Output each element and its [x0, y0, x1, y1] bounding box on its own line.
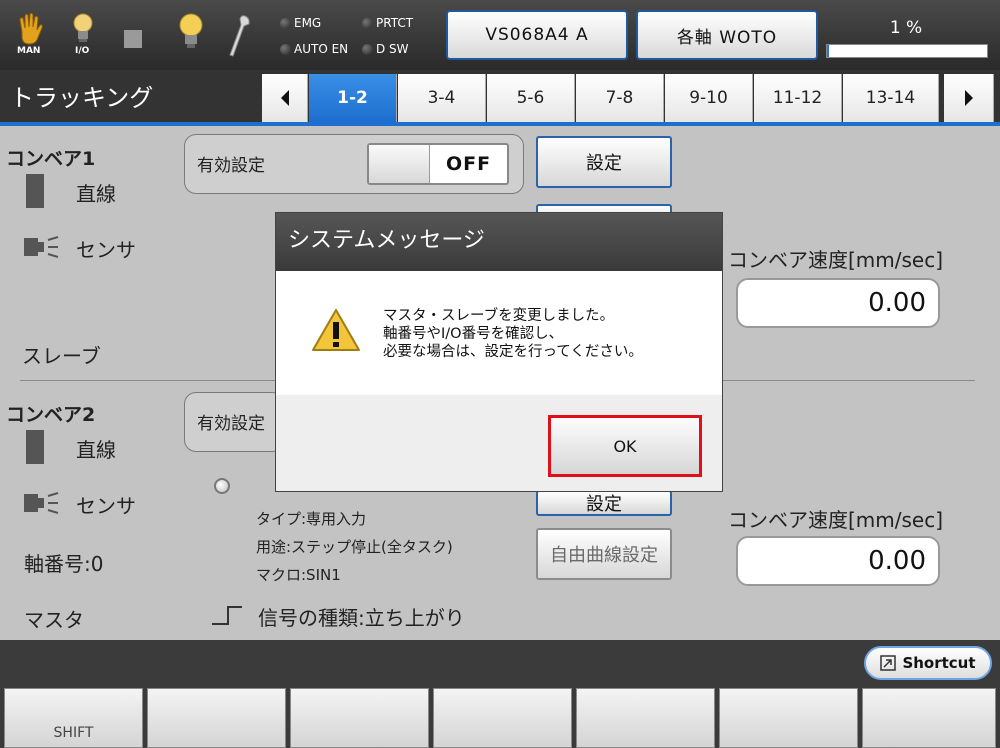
tab-11-12[interactable]: 11-12 [754, 74, 842, 122]
ok-button[interactable]: OK [548, 415, 702, 477]
auto-en-led-icon [280, 43, 291, 55]
speed-percent: 1 % [889, 18, 923, 38]
tab-9-10[interactable]: 9-10 [665, 74, 753, 122]
fkey-3[interactable] [290, 688, 429, 748]
speed-progress-fill [827, 45, 829, 57]
fkey-shift[interactable]: SHIFT [4, 688, 143, 748]
prtct-indicator: PRTCT [362, 16, 413, 30]
emg-led-icon [280, 17, 291, 29]
chevron-right-icon [964, 90, 973, 106]
conveyor1-role: スレーブ [22, 344, 101, 368]
sensor-icon [24, 236, 60, 262]
dialog-message-line: 必要な場合は、設定を行ってください。 [383, 344, 643, 360]
signal-type: 信号の種類:立ち上がり [258, 606, 465, 630]
input-radio[interactable] [214, 478, 230, 494]
conveyor1-enable-toggle[interactable]: OFF [367, 143, 509, 185]
conveyor2-role: マスタ [24, 608, 84, 632]
system-message-dialog: システムメッセージ マスタ・スレーブを変更しました。 軸番号やI/O番号を確認し… [275, 212, 723, 492]
stop-square-icon[interactable] [124, 30, 142, 48]
tab-7-8[interactable]: 7-8 [576, 74, 664, 122]
dialog-title: システムメッセージ [276, 213, 722, 271]
wrench-icon[interactable] [228, 14, 252, 62]
conveyor2-enable-group: 有効設定 [184, 392, 284, 452]
page-title: トラッキング [10, 84, 154, 112]
conveyor1-sensor: センサ [76, 238, 136, 262]
conveyor2-axis-number: 軸番号:0 [24, 552, 104, 576]
tab-13-14[interactable]: 13-14 [843, 74, 939, 122]
shortcut-button[interactable]: Shortcut [864, 646, 992, 680]
fkey-2[interactable] [147, 688, 286, 748]
conveyor1-name: コンベア1 [6, 148, 96, 170]
toggle-state: OFF [445, 153, 492, 175]
sensor-icon [24, 492, 60, 518]
conveyor1-settings-button[interactable]: 設定 [536, 136, 672, 188]
fkey-6[interactable] [719, 688, 858, 748]
conveyor2-enable-label: 有効設定 [197, 414, 265, 434]
dsw-indicator: D SW [362, 42, 409, 56]
conveyor1-enable-group: 有効設定 OFF [184, 134, 524, 194]
fkey-7[interactable] [862, 688, 996, 748]
toggle-knob [369, 145, 430, 183]
auto-en-indicator: AUTO EN [280, 42, 348, 56]
robot-select-button[interactable]: VS068A4 A [446, 10, 628, 60]
shortcut-arrow-icon [880, 655, 897, 671]
tab-row: トラッキング 1-2 3-4 5-6 7-8 9-10 11-12 13-14 [0, 70, 1000, 125]
input-type: タイプ:専用入力 [256, 510, 367, 528]
linear-conveyor-icon [26, 174, 44, 208]
conveyor2-speed-label: コンベア速度[mm/sec] [728, 508, 944, 532]
input-macro: マクロ:SIN1 [256, 566, 341, 584]
fkey-5[interactable] [576, 688, 715, 748]
tab-3-4[interactable]: 3-4 [398, 74, 486, 122]
function-bar: Shortcut SHIFT [0, 640, 1000, 748]
dsw-led-icon [362, 43, 373, 55]
tab-1-2[interactable]: 1-2 [309, 74, 397, 122]
man-label: MAN [17, 46, 41, 56]
conveyor1-speed-value: 0.00 [736, 278, 940, 328]
fkey-4[interactable] [433, 688, 572, 748]
emg-indicator: EMG [280, 16, 321, 30]
dialog-message: マスタ・スレーブを変更しました。 軸番号やI/O番号を確認し、 必要な場合は、設… [383, 307, 643, 361]
lamp-icon[interactable] [178, 12, 204, 56]
dialog-message-line: 軸番号やI/O番号を確認し、 [383, 326, 564, 342]
io-lamp-icon[interactable] [72, 12, 94, 50]
conveyor2-name: コンベア2 [6, 404, 96, 426]
io-label: I/O [75, 46, 90, 56]
status-bar: MAN I/O EMG PRTCT AUTO EN D SW VS068A4 A… [0, 0, 1000, 70]
conveyor2-curve-button[interactable]: 自由曲線設定 [536, 528, 672, 580]
input-use: 用途:ステップ停止(全タスク) [256, 538, 453, 556]
tab-prev-button[interactable] [262, 74, 308, 122]
conveyor1-type: 直線 [76, 182, 116, 206]
warning-icon [310, 307, 362, 357]
prtct-led-icon [362, 17, 373, 29]
linear-conveyor-icon [26, 430, 44, 464]
dialog-footer: OK [276, 395, 722, 491]
dialog-message-line: マスタ・スレーブを変更しました。 [383, 308, 615, 324]
rising-edge-icon [210, 604, 244, 630]
manual-mode-icon[interactable] [16, 12, 44, 50]
dialog-body: マスタ・スレーブを変更しました。 軸番号やI/O番号を確認し、 必要な場合は、設… [276, 271, 722, 395]
conveyor2-speed-value: 0.00 [736, 536, 940, 586]
tab-5-6[interactable]: 5-6 [487, 74, 575, 122]
chevron-left-icon [280, 90, 289, 106]
conveyor2-settings-button[interactable]: 設定 [536, 490, 672, 516]
conveyor2-sensor: センサ [76, 494, 136, 518]
conveyor1-enable-label: 有効設定 [197, 156, 265, 176]
tab-next-button[interactable] [944, 74, 994, 122]
conveyor1-speed-label: コンベア速度[mm/sec] [728, 248, 944, 272]
axis-mode-button[interactable]: 各軸 WOTO [636, 10, 818, 60]
speed-progress-bar [826, 44, 988, 58]
conveyor2-type: 直線 [76, 438, 116, 462]
